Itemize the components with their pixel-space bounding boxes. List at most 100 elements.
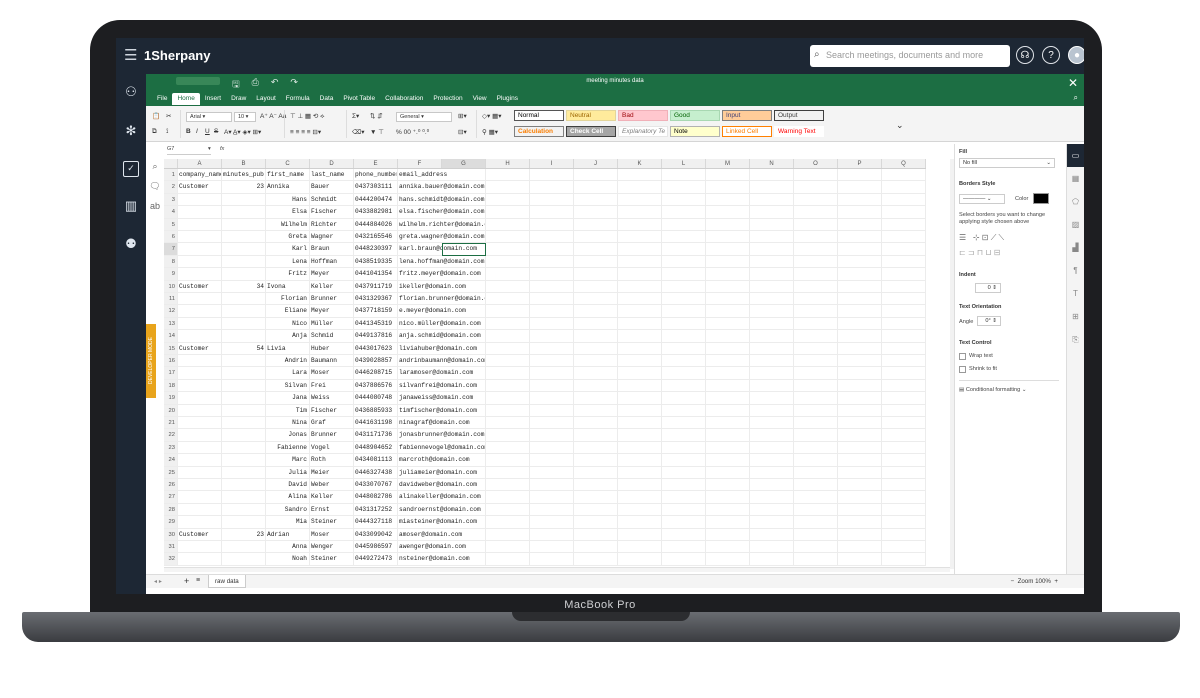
cell-a23[interactable] [178,441,222,454]
empty-cell[interactable] [530,169,574,181]
cell-f12[interactable]: e.meyer@domain.com [398,305,486,317]
border-color-swatch[interactable] [1033,193,1049,204]
column-header-j[interactable]: J [574,159,618,168]
empty-cell[interactable] [662,305,706,317]
empty-cell[interactable] [706,280,750,292]
cell-e8[interactable]: 0438519335 [354,255,398,268]
cell-d13[interactable]: Müller [310,317,354,330]
empty-cell[interactable] [618,454,662,466]
cell-e24[interactable]: 0434081113 [354,454,398,466]
empty-cell[interactable] [706,516,750,528]
row-header[interactable]: 27 [164,491,178,503]
empty-cell[interactable] [882,466,926,478]
cell-e10[interactable]: 0437911719 [354,280,398,292]
empty-cell[interactable] [618,255,662,268]
empty-cell[interactable] [794,206,838,218]
empty-cell[interactable] [662,218,706,230]
cell-d2[interactable]: Bauer [310,181,354,193]
empty-cell[interactable] [574,231,618,243]
cell-d8[interactable]: Hoffman [310,255,354,268]
empty-cell[interactable] [706,528,750,540]
empty-cell[interactable] [706,541,750,553]
empty-cell[interactable] [486,218,530,230]
row-header[interactable]: 4 [164,206,178,218]
cell-a28[interactable] [178,503,222,516]
empty-cell[interactable] [574,293,618,305]
empty-cell[interactable] [838,280,882,292]
styles-expand-icon[interactable]: ⌄ [896,120,904,131]
cell-b25[interactable] [222,466,266,478]
empty-cell[interactable] [882,355,926,367]
empty-cell[interactable] [794,355,838,367]
row-header[interactable]: 30 [164,528,178,540]
font-grow-icon[interactable]: A⁺ A⁻ Aa [260,112,286,120]
cell-f9[interactable]: fritz.meyer@domain.com [398,268,486,280]
cell-a6[interactable] [178,231,222,243]
cell-c14[interactable]: Anja [266,330,310,342]
empty-cell[interactable] [838,305,882,317]
empty-cell[interactable] [618,392,662,404]
empty-cell[interactable] [530,293,574,305]
empty-cell[interactable] [838,193,882,206]
buildings-icon[interactable]: ▥ [123,198,139,214]
cell-c32[interactable]: Noah [266,553,310,565]
cell-b24[interactable] [222,454,266,466]
empty-cell[interactable] [662,528,706,540]
empty-cell[interactable] [662,466,706,478]
row-header[interactable]: 21 [164,417,178,429]
cell-b15[interactable]: 54 [222,342,266,354]
cell-c13[interactable]: Nico [266,317,310,330]
empty-cell[interactable] [530,404,574,416]
empty-cell[interactable] [882,479,926,491]
empty-cell[interactable] [750,541,794,553]
number-format-select[interactable]: General ▾ [396,112,452,122]
empty-cell[interactable] [750,305,794,317]
cell-c28[interactable]: Sandro [266,503,310,516]
text-art-icon[interactable]: T [1067,282,1084,305]
menu-collaboration[interactable]: Collaboration [380,93,428,105]
cell-b21[interactable] [222,417,266,429]
cell-c11[interactable]: Florian [266,293,310,305]
empty-cell[interactable] [882,268,926,280]
empty-cell[interactable] [662,317,706,330]
empty-cell[interactable] [618,528,662,540]
empty-cell[interactable] [486,553,530,565]
cell-style-good[interactable]: Good [670,110,720,121]
cell-f31[interactable]: awenger@domain.com [398,541,486,553]
empty-cell[interactable] [750,206,794,218]
cell-style-neutral[interactable]: Neutral [566,110,616,121]
cell-a12[interactable] [178,305,222,317]
users-icon[interactable]: ⚉ [123,236,139,252]
cell-style-check-cell[interactable]: Check Cell [566,126,616,137]
cell-e13[interactable]: 0441345319 [354,317,398,330]
cell-a15[interactable]: Customer [178,342,222,354]
cell-b4[interactable] [222,206,266,218]
cell-c17[interactable]: Lara [266,367,310,379]
menu-plugins[interactable]: Plugins [492,93,523,105]
empty-cell[interactable] [838,541,882,553]
empty-cell[interactable] [486,193,530,206]
cell-d18[interactable]: Frei [310,379,354,392]
cell-d7[interactable]: Braun [310,243,354,255]
empty-cell[interactable] [750,503,794,516]
sheet-list-icon[interactable]: ≡ [196,577,200,584]
empty-cell[interactable] [794,429,838,441]
cell-d27[interactable]: Keller [310,491,354,503]
cell-e30[interactable]: 0433099042 [354,528,398,540]
empty-cell[interactable] [618,503,662,516]
empty-cell[interactable] [794,218,838,230]
empty-cell[interactable] [574,454,618,466]
empty-cell[interactable] [882,528,926,540]
conditional-format-icon[interactable]: ◇▾ ▦▾ [482,112,501,120]
empty-cell[interactable] [618,169,662,181]
empty-cell[interactable] [486,231,530,243]
cell-d19[interactable]: Weiss [310,392,354,404]
align-top-icon[interactable]: ⊤ ⊥ ▦ ⟲ ⟡ [290,112,324,121]
border-inner-icon[interactable]: ⊏ ⊐ ⊓ ⊔ ⊟ [959,249,1000,257]
cell-c21[interactable]: Nina [266,417,310,429]
empty-cell[interactable] [574,255,618,268]
cell-d30[interactable]: Moser [310,528,354,540]
empty-cell[interactable] [662,553,706,565]
empty-cell[interactable] [618,541,662,553]
empty-cell[interactable] [706,206,750,218]
